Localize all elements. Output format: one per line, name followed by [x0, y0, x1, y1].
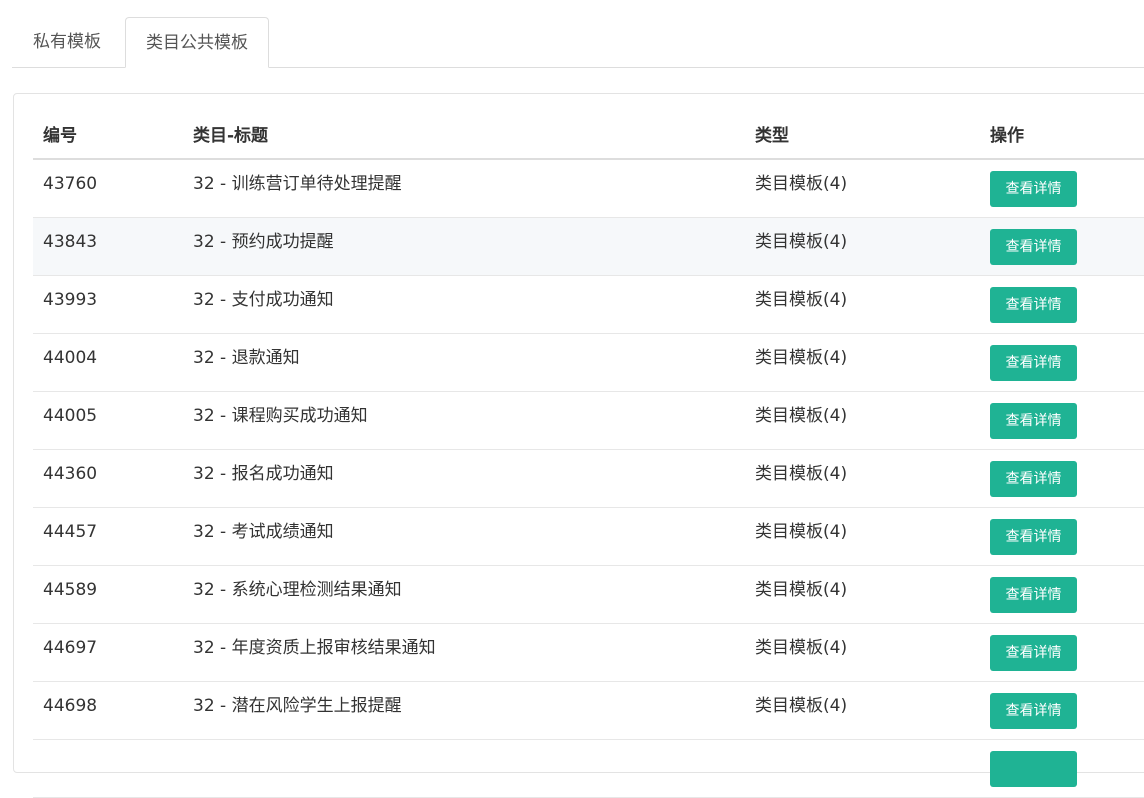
tab-category-public-templates[interactable]: 类目公共模板	[125, 17, 269, 68]
cell-type: 类目模板(4)	[755, 696, 848, 716]
cell-title: 32 - 考试成绩通知	[193, 522, 334, 542]
cell-id: 43843	[43, 232, 98, 252]
table-row: 44360 32 - 报名成功通知 类目模板(4) 查看详情	[33, 450, 1144, 508]
table-row: 43760 32 - 训练营订单待处理提醒 类目模板(4) 查看详情	[33, 160, 1144, 218]
view-details-button[interactable]: 查看详情	[990, 693, 1077, 729]
view-details-button[interactable]	[990, 751, 1077, 787]
cell-id: 44457	[43, 522, 98, 542]
cell-id: 44004	[43, 348, 98, 368]
table-header: 编号 类目-标题 类型 操作	[33, 114, 1144, 160]
header-category-title: 类目-标题	[193, 126, 269, 146]
view-details-button[interactable]: 查看详情	[990, 403, 1077, 439]
table-row: 44457 32 - 考试成绩通知 类目模板(4) 查看详情	[33, 508, 1144, 566]
cell-id: 44360	[43, 464, 98, 484]
cell-type: 类目模板(4)	[755, 406, 848, 426]
cell-id: 44698	[43, 696, 98, 716]
tab-private-templates[interactable]: 私有模板	[12, 17, 122, 67]
view-details-button[interactable]: 查看详情	[990, 229, 1077, 265]
cell-title: 32 - 潜在风险学生上报提醒	[193, 696, 402, 716]
view-details-button[interactable]: 查看详情	[990, 577, 1077, 613]
view-details-button[interactable]: 查看详情	[990, 345, 1077, 381]
cell-title: 32 - 训练营订单待处理提醒	[193, 174, 402, 194]
view-details-button[interactable]: 查看详情	[990, 635, 1077, 671]
cell-title: 32 - 课程购买成功通知	[193, 406, 368, 426]
template-table: 编号 类目-标题 类型 操作 43760 32 - 训练营订单待处理提醒 类目模…	[33, 114, 1144, 798]
view-details-button[interactable]: 查看详情	[990, 287, 1077, 323]
cell-id: 44697	[43, 638, 98, 658]
cell-id: 43760	[43, 174, 98, 194]
cell-title: 32 - 支付成功通知	[193, 290, 334, 310]
header-actions: 操作	[990, 126, 1024, 146]
table-row: 43993 32 - 支付成功通知 类目模板(4) 查看详情	[33, 276, 1144, 334]
cell-type: 类目模板(4)	[755, 290, 848, 310]
cell-type: 类目模板(4)	[755, 638, 848, 658]
cell-type: 类目模板(4)	[755, 522, 848, 542]
cell-title: 32 - 退款通知	[193, 348, 300, 368]
view-details-button[interactable]: 查看详情	[990, 171, 1077, 207]
table-row: 43843 32 - 预约成功提醒 类目模板(4) 查看详情	[33, 218, 1144, 276]
cell-id: 44589	[43, 580, 98, 600]
header-type: 类型	[755, 126, 789, 146]
template-panel: 编号 类目-标题 类型 操作 43760 32 - 训练营订单待处理提醒 类目模…	[13, 93, 1144, 798]
table-row: 44589 32 - 系统心理检测结果通知 类目模板(4) 查看详情	[33, 566, 1144, 624]
header-id: 编号	[43, 126, 77, 146]
table-row: 44698 32 - 潜在风险学生上报提醒 类目模板(4) 查看详情	[33, 682, 1144, 740]
cell-type: 类目模板(4)	[755, 580, 848, 600]
view-details-button[interactable]: 查看详情	[990, 519, 1077, 555]
table-row: 44005 32 - 课程购买成功通知 类目模板(4) 查看详情	[33, 392, 1144, 450]
cell-id: 43993	[43, 290, 98, 310]
cell-title: 32 - 报名成功通知	[193, 464, 334, 484]
cell-type: 类目模板(4)	[755, 232, 848, 252]
cell-title: 32 - 年度资质上报审核结果通知	[193, 638, 436, 658]
cell-type: 类目模板(4)	[755, 464, 848, 484]
cell-id: 44005	[43, 406, 98, 426]
cell-title: 32 - 系统心理检测结果通知	[193, 580, 402, 600]
table-row-partial	[33, 740, 1144, 798]
view-details-button[interactable]: 查看详情	[990, 461, 1077, 497]
cell-type: 类目模板(4)	[755, 348, 848, 368]
cell-type: 类目模板(4)	[755, 174, 848, 194]
template-tabs: 私有模板 类目公共模板	[12, 17, 1144, 68]
cell-title: 32 - 预约成功提醒	[193, 232, 334, 252]
table-row: 44697 32 - 年度资质上报审核结果通知 类目模板(4) 查看详情	[33, 624, 1144, 682]
table-row: 44004 32 - 退款通知 类目模板(4) 查看详情	[33, 334, 1144, 392]
